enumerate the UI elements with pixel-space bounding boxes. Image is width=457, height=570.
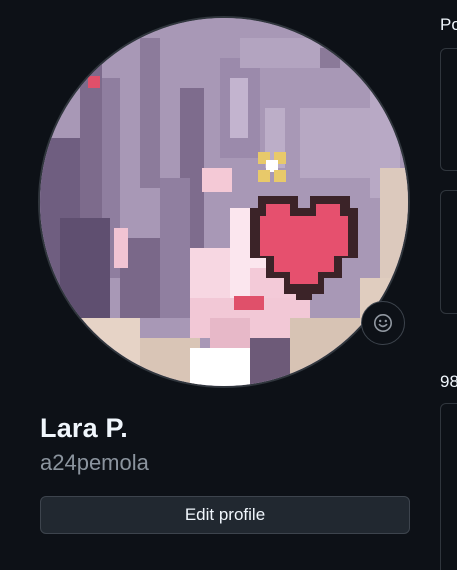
contributions-heading: 98 [440, 372, 457, 391]
profile-page: Lara P. a24pemola Edit profile Po 98 [0, 0, 457, 570]
pixel-art-avatar-icon [40, 18, 408, 386]
avatar[interactable] [40, 18, 408, 386]
edit-profile-button[interactable]: Edit profile [40, 496, 410, 534]
side-section-heading: Po [440, 15, 457, 34]
set-status-button[interactable] [361, 301, 405, 345]
profile-full-name: Lara P. [40, 413, 128, 443]
pinned-card[interactable] [440, 190, 457, 314]
pinned-card[interactable] [440, 48, 457, 171]
contribution-graph [440, 403, 457, 570]
smiley-icon [374, 314, 392, 332]
profile-username: a24pemola [40, 450, 149, 475]
